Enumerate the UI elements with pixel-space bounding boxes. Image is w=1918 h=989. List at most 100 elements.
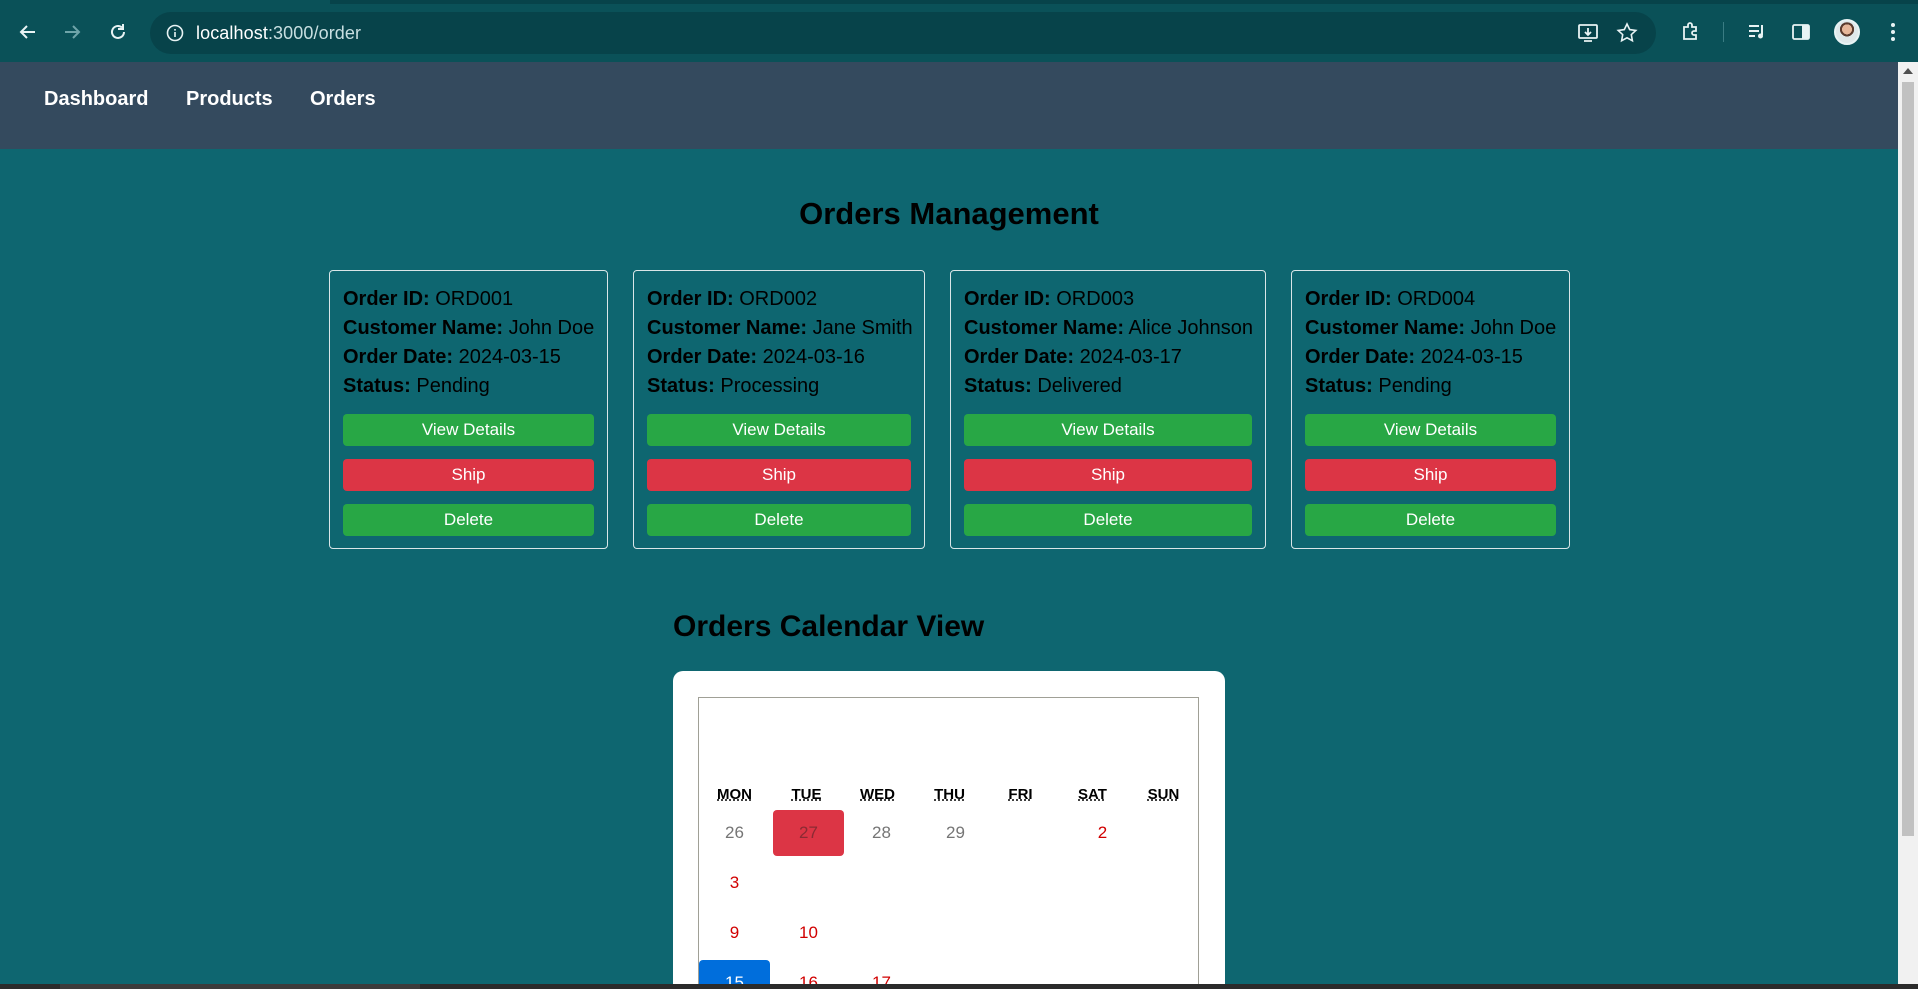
- ship-button[interactable]: Ship: [647, 459, 911, 491]
- order-date-row: Order Date: 2024-03-15: [1305, 343, 1556, 372]
- media-controls-icon[interactable]: [1744, 19, 1770, 45]
- status-label: Status:: [1305, 375, 1373, 397]
- order-id-value: ORD001: [435, 288, 514, 310]
- weekday-wed: WED: [860, 786, 895, 803]
- ship-button[interactable]: Ship: [964, 459, 1252, 491]
- status-value: Processing: [720, 375, 820, 397]
- order-date-row: Order Date: 2024-03-17: [964, 343, 1252, 372]
- active-tab[interactable]: [0, 0, 330, 4]
- calendar-day-order[interactable]: 27: [773, 810, 844, 856]
- customer-row: Customer Name: Alice Johnson: [964, 314, 1254, 343]
- ship-button[interactable]: Ship: [343, 459, 594, 491]
- customer-label: Customer Name:: [1305, 317, 1466, 339]
- order-date-label: Order Date:: [1305, 346, 1416, 368]
- order-id-label: Order ID:: [964, 288, 1051, 310]
- order-date-row: Order Date: 2024-03-15: [343, 343, 594, 372]
- profile-avatar[interactable]: [1834, 19, 1860, 45]
- nav-dashboard[interactable]: Dashboard: [44, 88, 148, 111]
- order-date-label: Order Date:: [647, 346, 758, 368]
- calendar-day[interactable]: 9: [699, 910, 770, 956]
- weekday-mon: MON: [717, 786, 752, 803]
- view-details-button[interactable]: View Details: [1305, 414, 1556, 446]
- status-value: Pending: [416, 375, 490, 397]
- back-icon[interactable]: [14, 18, 42, 46]
- toolbar-separator: [1723, 22, 1724, 42]
- bottom-edge-segment: [60, 984, 420, 989]
- scroll-up-arrow-icon[interactable]: [1903, 68, 1913, 74]
- calendar: MON TUE WED THU FRI SAT SUN 26 27 28 29 …: [698, 697, 1199, 989]
- calendar-day[interactable]: 29: [920, 810, 991, 856]
- nav-orders[interactable]: Orders: [310, 88, 376, 111]
- calendar-day[interactable]: 10: [773, 910, 844, 956]
- calendar-title: Orders Calendar View: [673, 610, 985, 643]
- customer-label: Customer Name:: [964, 317, 1125, 339]
- calendar-day[interactable]: 26: [699, 810, 770, 856]
- customer-row: Customer Name: John Doe: [1305, 314, 1556, 343]
- customer-label: Customer Name:: [343, 317, 504, 339]
- page-title: Orders Management: [799, 196, 1099, 231]
- browser-toolbar: localhost:3000/order: [0, 0, 1918, 62]
- status-value: Delivered: [1037, 375, 1122, 397]
- order-card: Order ID: ORD004 Customer Name: John Doe…: [1291, 270, 1570, 549]
- url-text[interactable]: localhost:3000/order: [196, 23, 361, 44]
- scrollbar-thumb[interactable]: [1902, 82, 1914, 836]
- order-id-value: ORD002: [739, 288, 818, 310]
- customer-row: Customer Name: Jane Smith: [647, 314, 913, 343]
- order-id-row: Order ID: ORD002: [647, 285, 911, 314]
- ship-button[interactable]: Ship: [1305, 459, 1556, 491]
- order-id-label: Order ID:: [1305, 288, 1392, 310]
- install-app-icon[interactable]: [1577, 22, 1599, 44]
- customer-value: John Doe: [508, 317, 595, 339]
- delete-button[interactable]: Delete: [343, 504, 594, 536]
- status-row: Status: Pending: [343, 372, 594, 401]
- delete-button[interactable]: Delete: [964, 504, 1252, 536]
- app-navbar: Dashboard Products Orders: [0, 62, 1898, 149]
- customer-value: Alice Johnson: [1128, 317, 1254, 339]
- side-panel-icon[interactable]: [1788, 19, 1814, 45]
- order-id-row: Order ID: ORD003: [964, 285, 1252, 314]
- window-bottom-edge: [0, 984, 1918, 989]
- order-id-label: Order ID:: [343, 288, 430, 310]
- customer-row: Customer Name: John Doe: [343, 314, 594, 343]
- weekday-fri: FRI: [1008, 786, 1033, 803]
- customer-value: Jane Smith: [812, 317, 913, 339]
- weekday-sun: SUN: [1147, 786, 1180, 803]
- site-info-icon[interactable]: [166, 24, 184, 42]
- view-details-button[interactable]: View Details: [343, 414, 594, 446]
- order-date-value: 2024-03-17: [1079, 346, 1182, 368]
- nav-products[interactable]: Products: [186, 88, 273, 111]
- order-id-value: ORD003: [1056, 288, 1135, 310]
- order-date-label: Order Date:: [343, 346, 454, 368]
- weekday-tue: TUE: [791, 786, 822, 803]
- calendar-day[interactable]: 28: [846, 810, 917, 856]
- status-row: Status: Pending: [1305, 372, 1556, 401]
- view-details-button[interactable]: View Details: [964, 414, 1252, 446]
- order-date-value: 2024-03-15: [458, 346, 561, 368]
- calendar-panel: MON TUE WED THU FRI SAT SUN 26 27 28 29 …: [673, 671, 1225, 989]
- address-bar[interactable]: localhost:3000/order: [150, 12, 1656, 54]
- delete-button[interactable]: Delete: [1305, 504, 1556, 536]
- order-card: Order ID: ORD003 Customer Name: Alice Jo…: [950, 270, 1266, 549]
- customer-value: John Doe: [1470, 317, 1557, 339]
- weekday-thu: THU: [934, 786, 965, 803]
- status-label: Status:: [343, 375, 411, 397]
- menu-kebab-icon[interactable]: [1880, 19, 1906, 45]
- url-path: :3000/order: [267, 23, 362, 43]
- view-details-button[interactable]: View Details: [647, 414, 911, 446]
- forward-icon[interactable]: [58, 18, 86, 46]
- order-card: Order ID: ORD001 Customer Name: John Doe…: [329, 270, 608, 549]
- weekday-sat: SAT: [1078, 786, 1107, 803]
- tab-strip: [0, 0, 1918, 4]
- order-date-label: Order Date:: [964, 346, 1075, 368]
- calendar-day[interactable]: 2: [1067, 810, 1138, 856]
- order-id-row: Order ID: ORD004: [1305, 285, 1556, 314]
- order-card: Order ID: ORD002 Customer Name: Jane Smi…: [633, 270, 925, 549]
- delete-button[interactable]: Delete: [647, 504, 911, 536]
- order-id-label: Order ID:: [647, 288, 734, 310]
- reload-icon[interactable]: [104, 18, 132, 46]
- extensions-icon[interactable]: [1678, 19, 1704, 45]
- page-scrollbar[interactable]: [1898, 62, 1918, 984]
- status-row: Status: Delivered: [964, 372, 1252, 401]
- bookmark-star-icon[interactable]: [1616, 22, 1638, 44]
- calendar-day[interactable]: 3: [699, 860, 770, 906]
